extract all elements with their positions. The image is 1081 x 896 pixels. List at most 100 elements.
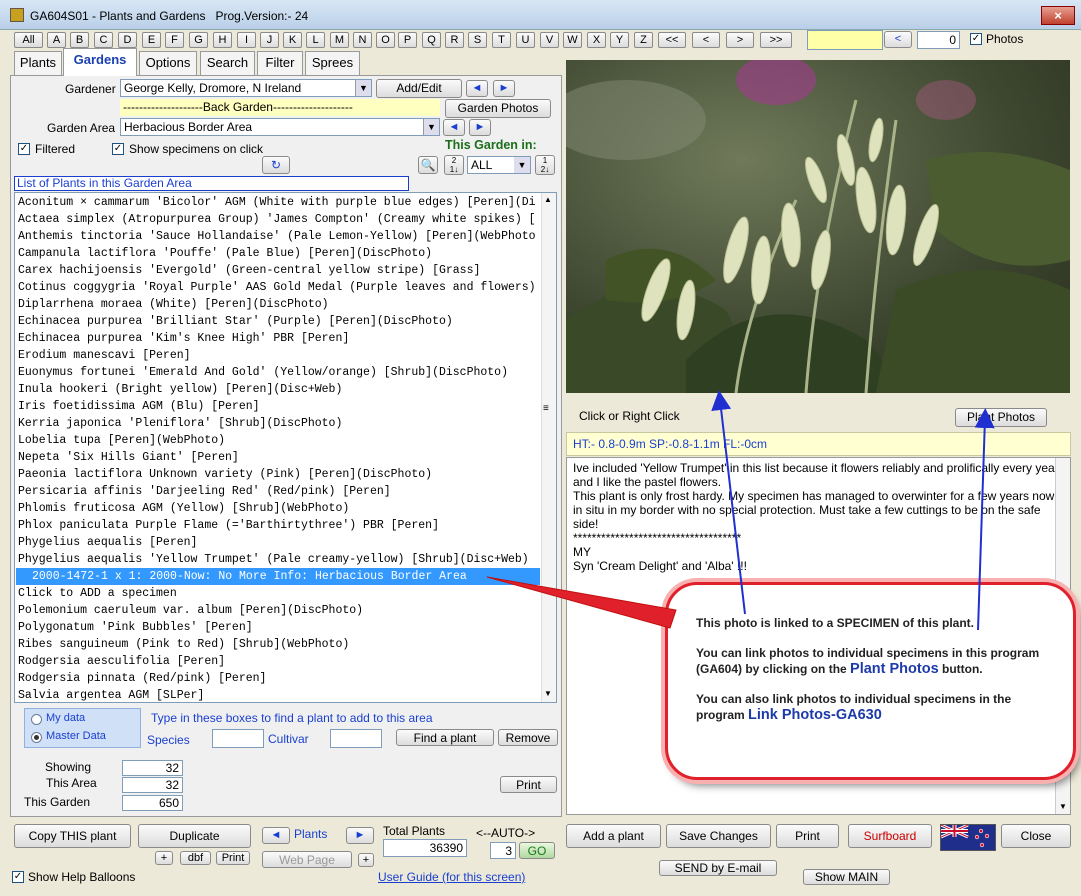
plant-list-item[interactable]: Nepeta 'Six Hills Giant' [Peren] xyxy=(18,449,239,466)
send-email-button[interactable]: SEND by E-mail xyxy=(659,860,777,876)
plant-list-item[interactable]: Phlox paniculata Purple Flame (='Barthir… xyxy=(18,517,439,534)
plants-prev-button[interactable]: ◄ xyxy=(262,827,290,844)
plant-list-item[interactable]: Paeonia lactiflora Unknown variety (Pink… xyxy=(18,466,432,483)
add-plant-button[interactable]: Add a plant xyxy=(566,824,661,848)
letter-button-a[interactable]: A xyxy=(47,32,66,48)
area-next-button[interactable]: ► xyxy=(469,119,491,136)
refresh-icon[interactable]: ↻ xyxy=(262,156,290,174)
letter-button-o[interactable]: O xyxy=(376,32,395,48)
scroll-down-icon[interactable]: ▼ xyxy=(1059,802,1067,811)
plant-list-item[interactable]: Erodium manescavi [Peren] xyxy=(18,347,191,364)
plant-list-item[interactable]: Actaea simplex (Atropurpurea Group) 'Jam… xyxy=(18,211,536,228)
add-specimen-row[interactable]: Click to ADD a specimen xyxy=(18,585,177,602)
window-close-button[interactable]: × xyxy=(1041,6,1075,25)
print-button[interactable]: Print xyxy=(776,824,839,848)
first-button[interactable]: << xyxy=(658,32,686,48)
plant-list[interactable]: Aconitum × cammarum 'Bicolor' AGM (White… xyxy=(14,192,557,703)
plant-list-item[interactable]: Phygelius aequalis [Peren] xyxy=(18,534,197,551)
list-scrollbar[interactable]: ▲ ≡ ▼ xyxy=(541,193,556,702)
scroll-down-icon[interactable]: ▼ xyxy=(544,689,552,698)
letter-button-w[interactable]: W xyxy=(563,32,582,48)
area-prev-button[interactable]: ◄ xyxy=(443,119,465,136)
show-specimens-checkbox[interactable]: ✓ xyxy=(112,143,124,155)
plant-list-item[interactable]: Phygelius aequalis 'Yellow Trumpet' (Pal… xyxy=(18,551,529,568)
gardener-select[interactable]: George Kelly, Dromore, N Ireland xyxy=(120,79,372,97)
plant-list-item[interactable]: Echinacea purpurea 'Kim's Knee High' PBR… xyxy=(18,330,349,347)
plant-list-item[interactable]: Carex hachijoensis 'Evergold' (Green-cen… xyxy=(18,262,480,279)
last-button[interactable]: >> xyxy=(760,32,792,48)
plant-list-item[interactable]: Ribes sanguineum (Pink to Red) [Shrub](W… xyxy=(18,636,349,653)
add-edit-button[interactable]: Add/Edit xyxy=(376,79,462,98)
cultivar-input[interactable] xyxy=(330,729,382,748)
letter-button-c[interactable]: C xyxy=(94,32,113,48)
letter-button-q[interactable]: Q xyxy=(422,32,441,48)
plant-list-item[interactable]: Salvia argentea AGM [SLPer] xyxy=(18,687,204,702)
plant-list-item[interactable]: Echinacea purpurea 'Brilliant Star' (Pur… xyxy=(18,313,453,330)
save-changes-button[interactable]: Save Changes xyxy=(666,824,771,848)
tab-options[interactable]: Options xyxy=(139,51,197,75)
close-button[interactable]: Close xyxy=(1001,824,1071,848)
scroll-grip-icon[interactable]: ≡ xyxy=(543,403,549,414)
tab-plants[interactable]: Plants xyxy=(14,51,62,75)
nz-flag-icon[interactable] xyxy=(940,823,996,851)
dbf-button[interactable]: dbf xyxy=(180,851,211,865)
letter-button-f[interactable]: F xyxy=(165,32,184,48)
letter-button-p[interactable]: P xyxy=(398,32,417,48)
plant-list-item[interactable]: Iris foetidissima AGM (Blu) [Peren] xyxy=(18,398,260,415)
letter-button-x[interactable]: X xyxy=(587,32,606,48)
species-input[interactable] xyxy=(212,729,264,748)
letter-button-d[interactable]: D xyxy=(118,32,137,48)
plant-photos-button[interactable]: Plant Photos xyxy=(955,408,1047,427)
copy-plant-button[interactable]: Copy THIS plant xyxy=(14,824,131,848)
tab-filter[interactable]: Filter xyxy=(257,51,303,75)
letter-button-t[interactable]: T xyxy=(492,32,511,48)
auto-value[interactable]: 3 xyxy=(490,842,516,859)
search-icon[interactable]: 🔍 xyxy=(418,156,438,174)
plant-list-item[interactable]: Rodgersia pinnata (Red/pink) [Peren] xyxy=(18,670,266,687)
show-main-button[interactable]: Show MAIN xyxy=(803,869,890,885)
tab-search[interactable]: Search xyxy=(200,51,255,75)
plant-list-item[interactable]: Persicaria affinis 'Darjeeling Red' (Red… xyxy=(18,483,391,500)
letter-button-b[interactable]: B xyxy=(70,32,89,48)
sort-desc-icon[interactable]: 1 2↓ xyxy=(535,155,555,175)
letter-button-all[interactable]: All xyxy=(14,32,43,48)
letter-button-g[interactable]: G xyxy=(189,32,208,48)
next-button[interactable]: > xyxy=(726,32,754,48)
letter-button-s[interactable]: S xyxy=(468,32,487,48)
specimen-row[interactable]: 2000-1472-1 x 1: 2000-Now: No More Info:… xyxy=(16,568,540,585)
garden-area-select[interactable]: Herbacious Border Area xyxy=(120,118,440,136)
go-button[interactable]: GO xyxy=(519,842,555,859)
user-guide-link[interactable]: User Guide (for this screen) xyxy=(378,870,525,884)
tab-gardens[interactable]: Gardens xyxy=(63,48,137,76)
letter-button-l[interactable]: L xyxy=(306,32,325,48)
print-small-button[interactable]: Print xyxy=(216,851,250,865)
letter-button-j[interactable]: J xyxy=(260,32,279,48)
plant-list-item[interactable]: Lobelia tupa [Peren](WebPhoto) xyxy=(18,432,225,449)
web-page-button[interactable]: Web Page xyxy=(262,851,352,868)
plant-list-item[interactable]: Rodgersia aesculifolia [Peren] xyxy=(18,653,225,670)
chevron-down-icon[interactable]: ▼ xyxy=(355,80,371,96)
garden-photos-button[interactable]: Garden Photos xyxy=(445,99,551,118)
letter-button-v[interactable]: V xyxy=(540,32,559,48)
top-count-field[interactable]: 0 xyxy=(917,31,960,49)
filtered-checkbox[interactable]: ✓ xyxy=(18,143,30,155)
sort-asc-icon[interactable]: 2 1↓ xyxy=(444,155,464,175)
plant-list-item[interactable]: Euonymus fortunei 'Emerald And Gold' (Ye… xyxy=(18,364,508,381)
web-plus-button[interactable]: + xyxy=(358,853,374,867)
top-search-input[interactable] xyxy=(807,30,883,50)
chevron-down-icon[interactable]: ▼ xyxy=(514,157,530,173)
plant-list-item[interactable]: Aconitum × cammarum 'Bicolor' AGM (White… xyxy=(18,194,536,211)
surfboard-button[interactable]: Surfboard xyxy=(848,824,932,848)
plant-list-item[interactable]: Diplarrhena moraea (White) [Peren](DiscP… xyxy=(18,296,329,313)
letter-button-h[interactable]: H xyxy=(213,32,232,48)
chevron-down-icon[interactable]: ▼ xyxy=(423,119,439,135)
plant-list-item[interactable]: Polemonium caeruleum var. album [Peren](… xyxy=(18,602,363,619)
plant-list-item[interactable]: Anthemis tinctoria 'Sauce Hollandaise' (… xyxy=(18,228,536,245)
letter-button-z[interactable]: Z xyxy=(634,32,653,48)
scroll-up-icon[interactable]: ▲ xyxy=(544,195,552,204)
plant-photo[interactable] xyxy=(566,60,1070,393)
help-balloons-checkbox[interactable]: ✓ xyxy=(12,871,24,883)
gardener-next-button[interactable]: ► xyxy=(493,80,515,97)
plant-list-item[interactable]: Campanula lactiflora 'Pouffe' (Pale Blue… xyxy=(18,245,432,262)
find-plant-button[interactable]: Find a plant xyxy=(396,729,494,746)
